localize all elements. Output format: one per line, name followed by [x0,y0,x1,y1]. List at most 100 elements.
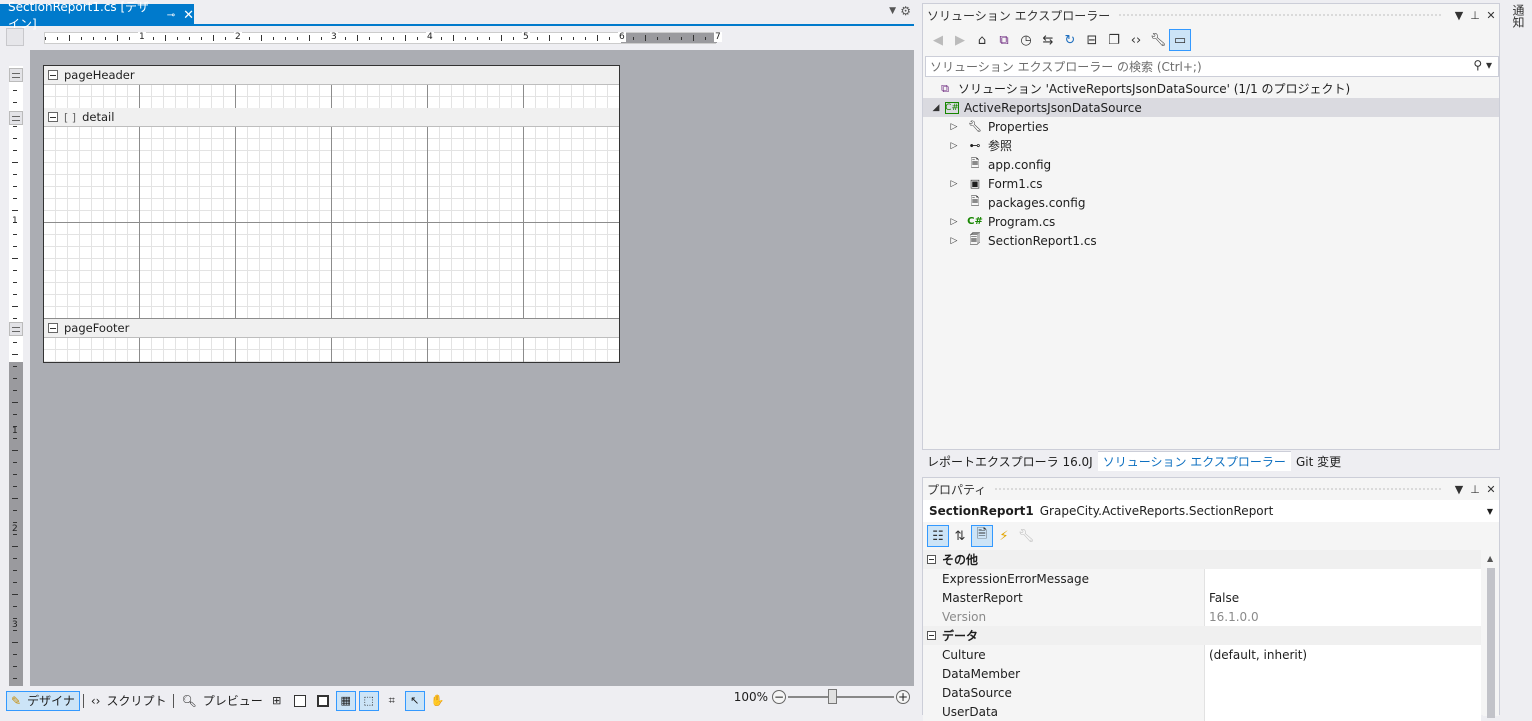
properties-scrollbar[interactable]: ▲ [1483,550,1499,718]
forward-icon[interactable]: ▶ [949,29,971,51]
tree-item-packages-config[interactable]: 🗎︎ packages.config [923,193,1499,212]
section-header-detail[interactable]: [ ] detail [44,108,619,127]
tree-item-properties[interactable]: ▷ 🔧︎ Properties [923,117,1499,136]
page-header-grid[interactable] [44,85,619,109]
title-grip[interactable] [994,486,1443,492]
close-icon[interactable]: ✕ [1483,483,1499,496]
title-grip[interactable] [1118,12,1443,18]
property-row[interactable]: ExpressionErrorMessage [923,569,1481,588]
tree-item-references[interactable]: ▷ ⊷ 参照 [923,136,1499,155]
alphabetical-icon[interactable]: ⇅ [949,525,971,547]
pin-icon[interactable]: ⊥ [1467,483,1483,496]
property-row[interactable]: DataSource [923,683,1481,702]
switch-views-icon[interactable]: ⧉ [993,29,1015,51]
zoom-slider[interactable] [788,689,894,704]
tab-dropdown-icon[interactable]: ▼ [889,6,896,16]
ruler-toggle-icon[interactable]: ⊞ [267,691,287,711]
view-code-icon[interactable]: ‹› [1125,29,1147,51]
tab-report-explorer[interactable]: レポートエクスプローラ 16.0J [922,451,1098,471]
property-object-selector[interactable]: SectionReport1 GrapeCity.ActiveReports.S… [923,500,1499,522]
section-handle-page-footer[interactable] [9,322,23,336]
show-all-files-icon[interactable]: ❐ [1103,29,1125,51]
history-icon[interactable]: ◷ [1015,29,1037,51]
tab-solution-explorer[interactable]: ソリューション エクスプローラー [1097,451,1291,471]
tree-item-app-config[interactable]: 🗎︎ app.config [923,155,1499,174]
collapsed-arrow-icon[interactable]: ▷ [949,122,959,132]
collapsed-arrow-icon[interactable]: ▷ [949,141,959,151]
property-wrench-icon[interactable]: 🔧︎ [1015,525,1037,547]
solution-search-input[interactable]: ソリューション エクスプローラー の検索 (Ctrl+;) ⚲ ▾ [925,56,1499,77]
property-value[interactable]: (default, inherit) [1205,648,1307,662]
search-icon[interactable]: ⚲ ▾ [1473,58,1492,72]
collapse-all-icon[interactable]: ⊟ [1081,29,1103,51]
section-header-page-header[interactable]: pageHeader [44,66,619,85]
categorized-icon[interactable]: ☷ [927,525,949,547]
property-row[interactable]: DataMember [923,664,1481,683]
pointer-icon[interactable]: ↖ [404,690,425,711]
property-row[interactable]: Version 16.1.0.0 [923,607,1481,626]
collapse-icon[interactable] [48,112,58,122]
layout-single-icon[interactable] [290,691,310,711]
collapse-icon[interactable] [48,323,58,333]
tree-project-row[interactable]: ◢ C# ActiveReportsJsonDataSource [923,98,1499,117]
property-category-other[interactable]: その他 [923,550,1481,569]
zoom-out-button[interactable]: − [772,690,786,704]
section-header-page-footer[interactable]: pageFooter [44,319,619,338]
script-tab-button[interactable]: ‹› スクリプト [87,691,171,711]
report-surface[interactable]: pageHeader [ ] detail pageFooter [43,65,620,363]
scrollbar-thumb[interactable] [1487,568,1495,718]
zoom-slider-thumb[interactable] [828,689,837,704]
collapse-icon[interactable] [927,631,936,640]
close-icon[interactable]: ✕ [183,8,194,23]
tree-item-section-report[interactable]: ▷ 🗐︎ SectionReport1.cs [923,231,1499,250]
gear-icon[interactable]: ⚙ [900,4,911,18]
dropdown-icon[interactable]: ▼ [1451,483,1467,496]
detail-grid[interactable] [44,127,619,319]
tree-solution-row[interactable]: ⧉ ソリューション 'ActiveReportsJsonDataSource' … [923,79,1499,98]
close-icon[interactable]: ✕ [1483,9,1499,22]
refresh-icon[interactable]: ↻ [1059,29,1081,51]
collapsed-arrow-icon[interactable]: ▷ [949,217,959,227]
property-row[interactable]: MasterReport False [923,588,1481,607]
tree-item-form1[interactable]: ▷ ▣ Form1.cs [923,174,1499,193]
layout-double-icon[interactable] [313,691,333,711]
property-category-data[interactable]: データ [923,626,1481,645]
tab-git-changes[interactable]: Git 変更 [1291,451,1346,471]
home-icon[interactable]: ⌂ [971,29,993,51]
grid-toggle-icon[interactable]: ▦ [335,690,356,711]
section-handle-detail[interactable] [9,111,23,125]
pane-splitter[interactable] [914,0,922,715]
property-row[interactable]: UserData [923,702,1481,721]
pin-icon[interactable]: ⊸ [167,10,175,21]
chevron-down-icon[interactable]: ▼ [1487,507,1493,516]
preview-selected-icon[interactable]: ▭ [1169,29,1191,51]
events-icon[interactable]: ⚡ [993,525,1015,547]
property-value[interactable]: False [1205,591,1239,605]
collapse-icon[interactable] [48,70,58,80]
sync-icon[interactable]: ⇆ [1037,29,1059,51]
horizontal-ruler: 1 2 3 4 5 6 7 [44,32,722,44]
designer-tab-button[interactable]: ✎ デザイナ [6,690,80,711]
tree-item-program[interactable]: ▷ C# Program.cs [923,212,1499,231]
notifications-side-tab[interactable]: 通知 [1502,0,1532,715]
snap-lines-icon[interactable]: ⬚ [358,690,379,711]
snap-grid-icon[interactable]: ⌗ [382,691,402,711]
collapse-icon[interactable] [927,555,936,564]
collapsed-arrow-icon[interactable]: ▷ [949,179,959,189]
ruler-corner[interactable] [6,28,24,46]
expanded-arrow-icon[interactable]: ◢ [931,103,941,113]
hand-icon[interactable]: ✋ [428,691,448,711]
scroll-up-icon[interactable]: ▲ [1487,554,1493,563]
back-icon[interactable]: ◀ [927,29,949,51]
preview-tab-button[interactable]: 🔍︎ プレビュー [177,691,266,711]
collapsed-arrow-icon[interactable]: ▷ [949,236,959,246]
property-pages-icon[interactable]: 🗎︎ [971,525,993,547]
zoom-in-button[interactable]: + [896,690,910,704]
pin-icon[interactable]: ⊥ [1467,9,1483,22]
property-row[interactable]: Culture (default, inherit) [923,645,1481,664]
document-tab[interactable]: SectionReport1.cs [デザイン] ⊸ ✕ [0,0,194,31]
dropdown-icon[interactable]: ▼ [1451,9,1467,22]
section-handle-page-header[interactable] [9,68,23,82]
properties-wrench-icon[interactable]: 🔧︎ [1147,29,1169,51]
page-footer-grid[interactable] [44,338,619,362]
